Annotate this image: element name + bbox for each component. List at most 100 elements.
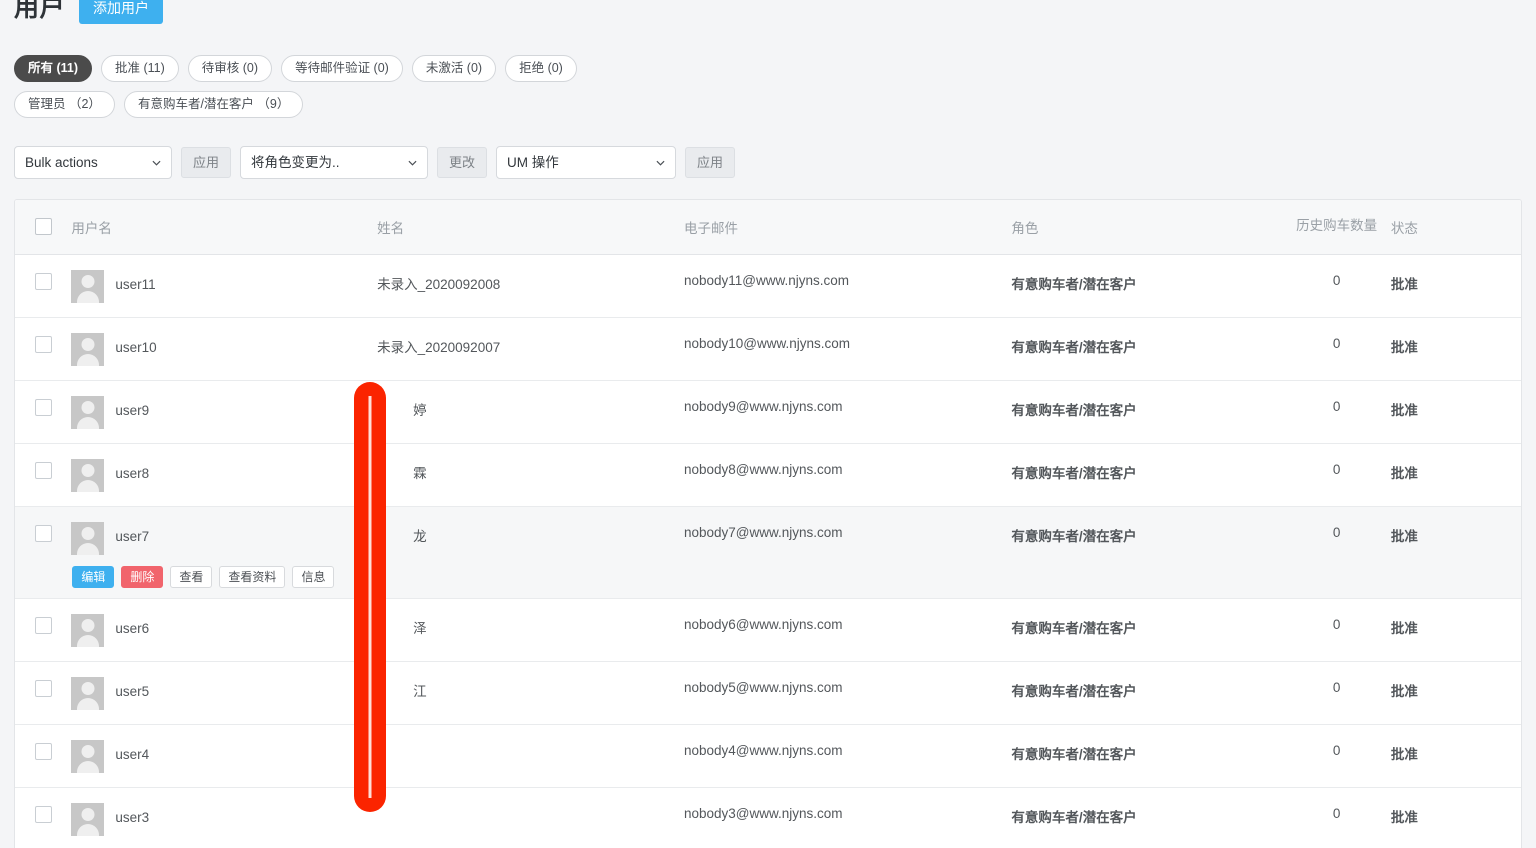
- table-row[interactable]: user6 泽 nobody6@www.njyns.com 有意购车者/潜在客户 0 批准: [15, 598, 1521, 662]
- row-select-checkbox[interactable]: [35, 805, 52, 823]
- username-cell: user3: [71, 787, 378, 848]
- row-select-checkbox[interactable]: [35, 335, 52, 353]
- row-select-cell: [15, 506, 72, 599]
- table-row[interactable]: user7 编辑 删除 查看 查看资料 信息龙 nobody7@www.njyns.com 有…: [15, 506, 1521, 599]
- name-cell: [377, 787, 684, 848]
- email-cell: nobody5@www.njyns.com: [683, 661, 1012, 725]
- filter-chip-approved[interactable]: 批准 (11): [101, 55, 179, 82]
- filter-chip-pending[interactable]: 待审核 (0): [187, 55, 273, 82]
- filter-chip-inactive[interactable]: 未激活 (0): [411, 55, 497, 82]
- username-link[interactable]: user9: [115, 399, 149, 421]
- status-cell: 批准: [1390, 598, 1521, 662]
- column-header-status: 状态: [1390, 200, 1521, 255]
- column-header-email[interactable]: 电子邮件: [683, 200, 1012, 255]
- email-cell: nobody6@www.njyns.com: [683, 598, 1012, 662]
- status-cell: 批准: [1390, 506, 1521, 599]
- purchase-count-cell: 0: [1282, 443, 1391, 507]
- username-link[interactable]: user8: [115, 462, 149, 484]
- bulk-actions-select[interactable]: Bulk actions: [14, 146, 172, 179]
- user-identity: user11: [71, 269, 377, 303]
- row-select-checkbox[interactable]: [35, 679, 52, 697]
- column-header-username[interactable]: 用户名: [71, 200, 378, 255]
- purchase-count-cell: 0: [1282, 724, 1391, 788]
- name-cell: 未录入_2020092008: [377, 254, 684, 318]
- table-header-row: 用户名 姓名 电子邮件 角色 历史购车数量 状态: [15, 200, 1521, 255]
- user-identity: user7: [71, 521, 377, 555]
- username-link[interactable]: user5: [115, 680, 149, 702]
- um-actions-select[interactable]: UM 操作: [496, 146, 677, 179]
- select-all-checkbox[interactable]: [35, 218, 52, 236]
- row-select-checkbox[interactable]: [35, 461, 52, 479]
- username-link[interactable]: user6: [115, 617, 149, 639]
- role-cell: 有意购车者/潜在客户: [1011, 506, 1283, 599]
- filter-chip-rejected[interactable]: 拒绝 (0): [505, 55, 577, 82]
- table-row[interactable]: user3 nobody3@www.njyns.com 有意购车者/潜在客户 0 批准: [15, 787, 1521, 848]
- role-cell: 有意购车者/潜在客户: [1011, 317, 1283, 381]
- change-role-select[interactable]: 将角色变更为..: [240, 146, 429, 179]
- table-row[interactable]: user10 未录入_2020092007 nobody10@www.njyns.c…: [15, 317, 1521, 381]
- user-identity: user10: [71, 332, 377, 366]
- status-cell: 批准: [1390, 661, 1521, 725]
- filter-chip-prospect[interactable]: 有意购车者/潜在客户 （9）: [123, 91, 304, 118]
- row-select-checkbox[interactable]: [35, 616, 52, 634]
- table-row[interactable]: user5 江 nobody5@www.njyns.com 有意购车者/潜在客户 0 批准: [15, 661, 1521, 725]
- role-cell: 有意购车者/潜在客户: [1011, 254, 1283, 318]
- row-select-checkbox[interactable]: [35, 272, 52, 290]
- username-cell: user7 编辑 删除 查看 查看资料 信息: [71, 506, 378, 599]
- username-link[interactable]: user11: [115, 273, 155, 295]
- row-select-checkbox[interactable]: [35, 742, 52, 760]
- avatar-placeholder-icon: [71, 395, 105, 429]
- filter-chip-all[interactable]: 所有 (11): [14, 55, 93, 82]
- username-link[interactable]: user4: [115, 743, 149, 765]
- change-role-button[interactable]: 更改: [437, 147, 488, 178]
- table-row[interactable]: user11 未录入_2020092008 nobody11@www.njyns.c…: [15, 254, 1521, 318]
- apply-bulk-actions-button[interactable]: 应用: [181, 147, 232, 178]
- user-identity: user3: [71, 802, 377, 836]
- row-view-profile-button[interactable]: 查看资料: [219, 565, 286, 588]
- row-select-checkbox[interactable]: [35, 524, 52, 542]
- user-identity: user9: [71, 395, 377, 429]
- filter-chip-await-email[interactable]: 等待邮件验证 (0): [281, 55, 403, 82]
- username-cell: user4: [71, 724, 378, 788]
- select-all-header: [15, 200, 72, 255]
- purchase-count-cell: 0: [1282, 598, 1391, 662]
- name-cell: 霖: [377, 443, 684, 507]
- column-header-name[interactable]: 姓名: [377, 200, 684, 255]
- apply-um-actions-button[interactable]: 应用: [685, 147, 736, 178]
- avatar-placeholder-icon: [71, 802, 105, 836]
- filter-chip-administrator[interactable]: 管理员 （2）: [14, 91, 115, 118]
- row-select-cell: [15, 598, 72, 662]
- username-cell: user5: [71, 661, 378, 725]
- add-user-button[interactable]: 添加用户: [79, 0, 164, 24]
- username-cell: user10: [71, 317, 378, 381]
- status-cell: 批准: [1390, 317, 1521, 381]
- table-row[interactable]: user8 霖 nobody8@www.njyns.com 有意购车者/潜在客户 0 批准: [15, 443, 1521, 507]
- username-link[interactable]: user7: [115, 525, 149, 547]
- email-cell: nobody7@www.njyns.com: [683, 506, 1012, 599]
- avatar-placeholder-icon: [71, 332, 105, 366]
- table-row[interactable]: user9 婷 nobody9@www.njyns.com 有意购车者/潜在客户 0 批准: [15, 380, 1521, 444]
- row-view-button[interactable]: 查看: [170, 565, 213, 588]
- row-actions: 编辑 删除 查看 查看资料 信息: [72, 565, 377, 588]
- username-link[interactable]: user3: [115, 806, 149, 828]
- bulk-actions-toolbar: Bulk actions 应用 将角色变更为.. 更改 UM 操作 应用: [14, 146, 736, 179]
- user-identity: user6: [71, 613, 377, 647]
- filter-row-role: 管理员 （2） 有意购车者/潜在客户 （9）: [14, 91, 1514, 118]
- row-select-cell: [15, 443, 72, 507]
- row-edit-button[interactable]: 编辑: [72, 565, 115, 588]
- username-link[interactable]: user10: [115, 336, 156, 358]
- email-cell: nobody11@www.njyns.com: [683, 254, 1012, 318]
- email-cell: nobody9@www.njyns.com: [683, 380, 1012, 444]
- row-delete-button[interactable]: 删除: [121, 565, 164, 588]
- row-select-checkbox[interactable]: [35, 398, 52, 416]
- status-cell: 批准: [1390, 254, 1521, 318]
- row-info-button[interactable]: 信息: [292, 565, 335, 588]
- change-role-select-wrap: 将角色变更为..: [240, 146, 429, 179]
- role-cell: 有意购车者/潜在客户: [1011, 380, 1283, 444]
- row-select-cell: [15, 724, 72, 788]
- purchase-count-cell: 0: [1282, 380, 1391, 444]
- status-cell: 批准: [1390, 724, 1521, 788]
- table-row[interactable]: user4 nobody4@www.njyns.com 有意购车者/潜在客户 0 批准: [15, 724, 1521, 788]
- users-table: 用户名 姓名 电子邮件 角色 历史购车数量 状态 user11 未录入_20200…: [15, 200, 1521, 848]
- filter-chip-group: 所有 (11) 批准 (11) 待审核 (0) 等待邮件验证 (0) 未激活 (…: [14, 55, 1514, 127]
